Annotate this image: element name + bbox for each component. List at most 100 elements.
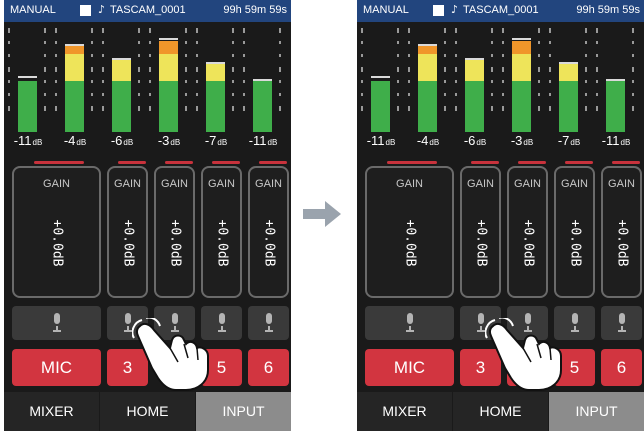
meter-scale-tick xyxy=(138,93,140,96)
mic-link-button[interactable]: MIC xyxy=(12,349,101,386)
meter-bar-yellow xyxy=(418,54,437,81)
meter-scale-tick xyxy=(491,67,493,72)
level-meter xyxy=(500,24,544,132)
db-readout: -11dB xyxy=(13,133,43,148)
bottom-tab-bar: MIXER HOME INPUT xyxy=(357,392,644,431)
phantom-power-button-ch6[interactable] xyxy=(248,306,289,340)
meter-scale-tick xyxy=(196,106,198,111)
meter-scale-tick xyxy=(185,28,187,33)
gain-knob-ch3[interactable]: GAIN +0.0dB xyxy=(107,166,148,298)
tab-input[interactable]: INPUT xyxy=(196,392,291,431)
gain-knob-ch3[interactable]: GAIN +0.0dB xyxy=(460,166,501,298)
phantom-power-button-mic[interactable] xyxy=(365,306,454,340)
meter-bar-green xyxy=(559,81,578,132)
meter-scale-tick xyxy=(549,67,551,72)
meter-scale-tick xyxy=(149,67,151,72)
selection-indicator xyxy=(259,161,287,164)
meter-scale-tick xyxy=(632,93,634,96)
mic-link-button[interactable]: MIC xyxy=(365,349,454,386)
selection-indicator xyxy=(387,161,437,164)
arrow-right-icon xyxy=(303,201,341,227)
meter-scale-tick xyxy=(408,41,410,44)
level-meter xyxy=(241,24,285,132)
meter-scale-tick xyxy=(596,106,598,111)
meter-scale-tick xyxy=(444,41,446,44)
meter-peak-hold xyxy=(465,58,484,60)
meter-bar-green xyxy=(371,81,390,132)
meter-scale-tick xyxy=(185,106,187,111)
meter-scale-tick xyxy=(408,106,410,111)
meter-scale-tick xyxy=(102,41,104,44)
gain-knob-mic[interactable]: GAIN +0.0dB xyxy=(12,166,101,298)
meter-scale-tick xyxy=(502,106,504,111)
meter-scale-tick xyxy=(44,67,46,72)
gain-label: GAIN xyxy=(114,178,141,190)
gain-knob-ch4[interactable]: GAIN +0.0dB xyxy=(154,166,195,298)
meter-scale-tick xyxy=(491,106,493,111)
tab-input[interactable]: INPUT xyxy=(549,392,644,431)
meter-scale-tick xyxy=(55,41,57,44)
meter-scale-tick xyxy=(538,106,540,111)
meter-peak-hold xyxy=(606,79,625,81)
phantom-power-button-mic[interactable] xyxy=(12,306,101,340)
meter-scale-tick xyxy=(585,54,587,57)
meter-scale-tick xyxy=(102,67,104,72)
meter-scale-tick xyxy=(185,67,187,72)
channel-6-button[interactable]: 6 xyxy=(248,349,289,386)
meter-scale-tick xyxy=(149,41,151,44)
meter-scale-tick xyxy=(44,80,46,83)
meter-scale-tick xyxy=(44,106,46,111)
meter-scale-tick xyxy=(397,67,399,72)
tab-mixer[interactable]: MIXER xyxy=(4,392,99,431)
phantom-power-button-ch6[interactable] xyxy=(601,306,642,340)
db-readout: -4dB xyxy=(63,133,87,148)
tab-home[interactable]: HOME xyxy=(100,392,195,431)
meter-scale-tick xyxy=(55,54,57,57)
tapping-hand-icon xyxy=(485,318,562,391)
level-meter xyxy=(6,24,50,132)
meter-scale-tick xyxy=(408,80,410,83)
meter-bar-green xyxy=(512,81,531,132)
gain-knob-ch5[interactable]: GAIN +0.0dB xyxy=(201,166,242,298)
gain-value: +0.0dB xyxy=(473,219,488,267)
meter-scale-tick xyxy=(102,80,104,83)
selection-indicator xyxy=(565,161,593,164)
meter-peak-hold xyxy=(18,76,37,78)
meter-scale-tick xyxy=(444,106,446,111)
meter-scale-tick xyxy=(397,54,399,57)
meter-scale-tick xyxy=(502,67,504,72)
gain-knob-ch6[interactable]: GAIN +0.0dB xyxy=(248,166,289,298)
gain-knob-ch6[interactable]: GAIN +0.0dB xyxy=(601,166,642,298)
meter-scale-tick xyxy=(444,80,446,83)
level-meter xyxy=(547,24,591,132)
meter-bar-yellow xyxy=(65,54,84,81)
gain-knob-mic[interactable]: GAIN +0.0dB xyxy=(365,166,454,298)
meter-peak-hold xyxy=(206,62,225,64)
gain-knob-ch5[interactable]: GAIN +0.0dB xyxy=(554,166,595,298)
meter-scale-tick xyxy=(44,54,46,57)
meter-scale-tick xyxy=(408,67,410,72)
tab-mixer[interactable]: MIXER xyxy=(357,392,452,431)
gain-knob-ch4[interactable]: GAIN +0.0dB xyxy=(507,166,548,298)
meter-scale-tick xyxy=(138,28,140,33)
meter-bar-yellow xyxy=(465,59,484,81)
level-meters xyxy=(4,24,291,132)
meter-scale-tick xyxy=(91,28,93,33)
meter-scale-tick xyxy=(538,93,540,96)
meter-scale-tick xyxy=(596,28,598,33)
meter-scale-tick xyxy=(632,106,634,111)
meter-scale-tick xyxy=(491,41,493,44)
screen-after: MANUAL ♪ TASCAM_0001 99h 59m 59s -11dB -… xyxy=(357,0,644,431)
meter-scale-tick xyxy=(196,93,198,96)
meter-bar-green xyxy=(606,81,625,132)
meter-scale-tick xyxy=(279,54,281,57)
tab-home[interactable]: HOME xyxy=(453,392,548,431)
channel-6-button[interactable]: 6 xyxy=(601,349,642,386)
meter-scale-tick xyxy=(91,41,93,44)
meter-scale-tick xyxy=(632,54,634,57)
meter-scale-tick xyxy=(444,28,446,33)
meter-scale-tick xyxy=(102,28,104,33)
meter-scale-tick xyxy=(8,67,10,72)
record-stop-icon xyxy=(80,5,91,16)
meter-scale-tick xyxy=(196,67,198,72)
